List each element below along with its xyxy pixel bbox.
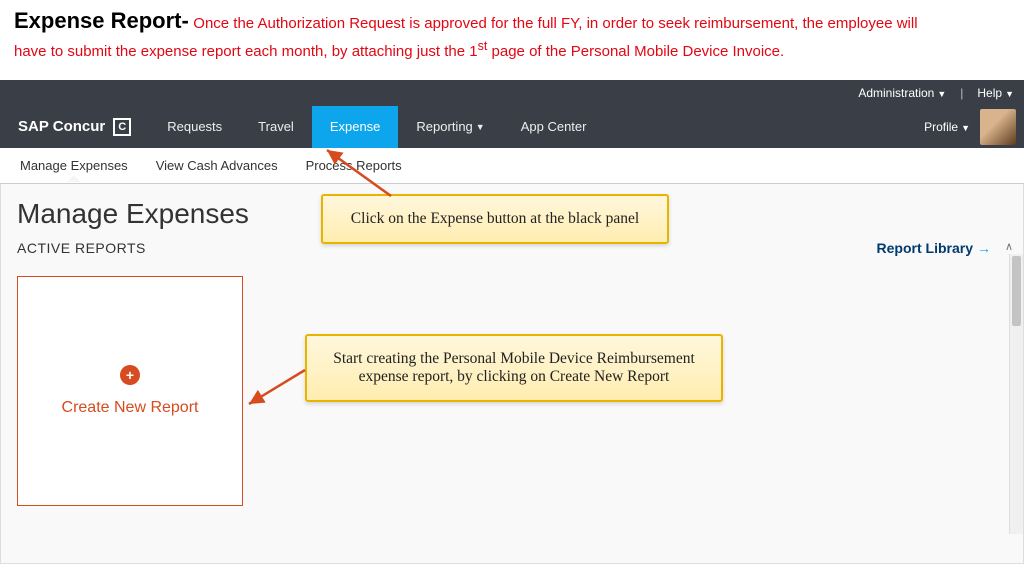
doc-title: Expense Report xyxy=(14,8,182,33)
document-header: Expense Report- Once the Authorization R… xyxy=(0,0,1024,70)
top-utility-bar: Administration▼ | Help▼ xyxy=(0,80,1024,106)
avatar[interactable] xyxy=(980,109,1016,145)
scrollbar[interactable] xyxy=(1009,254,1023,534)
nav-travel[interactable]: Travel xyxy=(240,106,312,148)
app-screenshot: Administration▼ | Help▼ SAP Concur C Req… xyxy=(0,80,1024,564)
subnav-process-reports[interactable]: Process Reports xyxy=(306,158,402,173)
create-new-report-tile[interactable]: + Create New Report xyxy=(17,276,243,506)
separator: | xyxy=(960,86,963,100)
main-nav-bar: SAP Concur C Requests Travel Expense Rep… xyxy=(0,106,1024,148)
doc-desc-sup: st xyxy=(478,39,488,53)
annotation-arrow-2 xyxy=(243,364,313,414)
nav-reporting[interactable]: Reporting▼ xyxy=(398,106,502,148)
brand-text: SAP Concur xyxy=(18,118,105,135)
brand-logo[interactable]: SAP Concur C xyxy=(0,106,149,148)
nav-appcenter[interactable]: App Center xyxy=(503,106,605,148)
profile-link[interactable]: Profile▼ xyxy=(924,120,970,134)
callout-create-report: Start creating the Personal Mobile Devic… xyxy=(305,334,723,402)
admin-link[interactable]: Administration▼ xyxy=(858,86,946,100)
doc-desc-2a: have to submit the expense report each m… xyxy=(14,43,478,60)
report-library-link[interactable]: Report Library→ xyxy=(877,240,991,256)
doc-title-sep: - xyxy=(182,8,189,33)
plus-icon: + xyxy=(120,365,140,385)
nav-expense[interactable]: Expense xyxy=(312,106,399,148)
profile-area: Profile▼ xyxy=(924,106,1024,148)
content-area: Manage Expenses ACTIVE REPORTS Report Li… xyxy=(0,184,1024,564)
concur-logo-icon: C xyxy=(113,118,131,136)
sub-nav-bar: Manage Expenses View Cash Advances Proce… xyxy=(0,148,1024,184)
doc-description-line1: Once the Authorization Request is approv… xyxy=(193,15,917,32)
primary-nav: Requests Travel Expense Reporting▼ App C… xyxy=(149,106,604,148)
doc-desc-2b: page of the Personal Mobile Device Invoi… xyxy=(487,43,784,60)
doc-description-line2: have to submit the expense report each m… xyxy=(14,38,1010,62)
callout-expense-button: Click on the Expense button at the black… xyxy=(321,194,669,244)
subnav-manage-expenses[interactable]: Manage Expenses xyxy=(20,158,128,173)
create-new-report-label: Create New Report xyxy=(62,399,199,417)
subnav-cash-advances[interactable]: View Cash Advances xyxy=(156,158,278,173)
nav-requests[interactable]: Requests xyxy=(149,106,240,148)
chevron-up-icon: ∧ xyxy=(1005,240,1013,253)
arrow-right-icon: → xyxy=(977,240,991,256)
help-link[interactable]: Help▼ xyxy=(977,86,1014,100)
scrollbar-thumb[interactable] xyxy=(1012,256,1021,326)
